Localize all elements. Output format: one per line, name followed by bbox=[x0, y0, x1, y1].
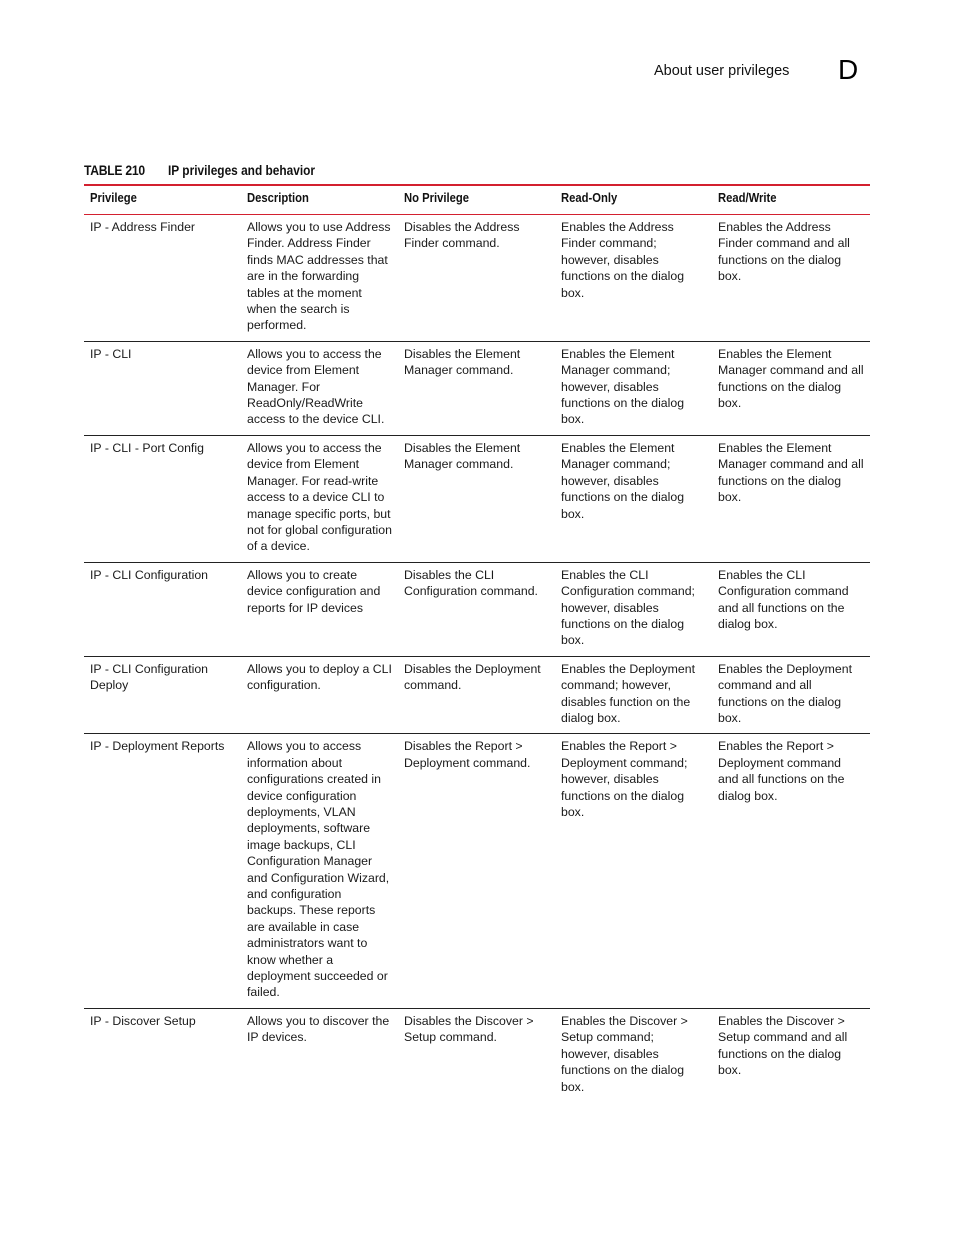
cell-read-only: Enables the Element Manager command; how… bbox=[555, 341, 712, 436]
cell-no-privilege: Disables the Report > Deployment command… bbox=[398, 733, 555, 1009]
cell-privilege: IP - Address Finder bbox=[84, 214, 241, 342]
column-header-label: Read-Only bbox=[561, 191, 618, 205]
cell-read-write: Enables the Report > Deployment command … bbox=[712, 733, 870, 1009]
table-row: IP - Discover Setup Allows you to discov… bbox=[84, 1008, 870, 1102]
cell-read-write: Enables the Discover > Setup command and… bbox=[718, 1013, 848, 1078]
table-label: TABLE 210 bbox=[84, 163, 145, 178]
cell-description: Allows you to access the device from Ele… bbox=[241, 435, 398, 563]
cell-description: Allows you to access the device from Ele… bbox=[241, 341, 398, 436]
cell-no-privilege: Disables the CLI Configuration command. bbox=[398, 562, 555, 657]
cell-privilege: IP - CLI bbox=[84, 341, 241, 436]
cell-read-write: Enables the Element Manager command and … bbox=[712, 435, 870, 563]
cell-read-write: Enables the Element Manager command and … bbox=[712, 341, 870, 436]
table-row: IP - Address Finder Allows you to use Ad… bbox=[84, 214, 870, 342]
column-header-label: No Privilege bbox=[404, 191, 470, 205]
column-header-label: Read/Write bbox=[718, 191, 777, 205]
cell-description: Allows you to deploy a CLI configuration… bbox=[241, 656, 398, 735]
table-header-row: Privilege Description No Privilege Read-… bbox=[84, 184, 870, 215]
cell-description: Allows you to create device configuratio… bbox=[241, 562, 398, 657]
table-caption: TABLE 210 IP privileges and behavior bbox=[84, 163, 315, 178]
cell-read-only: Enables the Element Manager command; how… bbox=[555, 435, 712, 563]
cell-read-write: Enables the CLI Configuration command an… bbox=[712, 562, 870, 657]
column-header-no-privilege: No Privilege bbox=[398, 184, 555, 215]
column-header-label: Description bbox=[247, 191, 309, 205]
cell-description: Allows you to access information about c… bbox=[241, 733, 398, 1009]
cell-read-only: Enables the Address Finder command; howe… bbox=[555, 214, 712, 342]
cell-read-only: Enables the Discover > Setup command; ho… bbox=[561, 1013, 688, 1094]
cell-no-privilege: Disables the Address Finder command. bbox=[398, 214, 555, 342]
cell-privilege: IP - Discover Setup bbox=[90, 1013, 196, 1028]
cell-read-write: Enables the Deployment command and all f… bbox=[712, 656, 870, 735]
cell-no-privilege: Disables the Deployment command. bbox=[398, 656, 555, 735]
cell-privilege: IP - CLI Configuration bbox=[84, 562, 241, 657]
table-title: IP privileges and behavior bbox=[168, 163, 316, 178]
cell-read-only: Enables the Report > Deployment command;… bbox=[555, 733, 712, 1009]
cell-read-write: Enables the Address Finder command and a… bbox=[712, 214, 870, 342]
table-row: IP - CLI Allows you to access the device… bbox=[84, 341, 870, 436]
cell-read-only: Enables the Deployment command; however,… bbox=[555, 656, 712, 735]
cell-no-privilege: Disables the Element Manager command. bbox=[398, 341, 555, 436]
table-row: IP - CLI Configuration Allows you to cre… bbox=[84, 562, 870, 657]
column-header-read-write: Read/Write bbox=[712, 184, 870, 215]
cell-privilege: IP - CLI - Port Config bbox=[84, 435, 241, 563]
column-header-read-only: Read-Only bbox=[555, 184, 712, 215]
column-header-label: Privilege bbox=[90, 191, 137, 205]
cell-read-only: Enables the CLI Configuration command; h… bbox=[555, 562, 712, 657]
cell-privilege: IP - Deployment Reports bbox=[84, 733, 241, 1009]
cell-privilege: IP - CLI Configuration Deploy bbox=[84, 656, 241, 735]
cell-no-privilege: Disables the Discover > Setup command. bbox=[404, 1013, 534, 1045]
cell-description: Allows you to use Address Finder. Addres… bbox=[241, 214, 398, 342]
table-row: IP - CLI Configuration Deploy Allows you… bbox=[84, 656, 870, 735]
privileges-table: Privilege Description No Privilege Read-… bbox=[84, 184, 870, 1102]
table-row: IP - Deployment Reports Allows you to ac… bbox=[84, 733, 870, 1009]
running-head: About user privileges bbox=[654, 63, 790, 79]
cell-description: Allows you to discover the IP devices. bbox=[247, 1013, 390, 1045]
chapter-letter: D bbox=[838, 54, 859, 85]
table-row: IP - CLI - Port Config Allows you to acc… bbox=[84, 435, 870, 563]
cell-no-privilege: Disables the Element Manager command. bbox=[398, 435, 555, 563]
column-header-description: Description bbox=[241, 184, 398, 215]
column-header-privilege: Privilege bbox=[84, 184, 241, 215]
